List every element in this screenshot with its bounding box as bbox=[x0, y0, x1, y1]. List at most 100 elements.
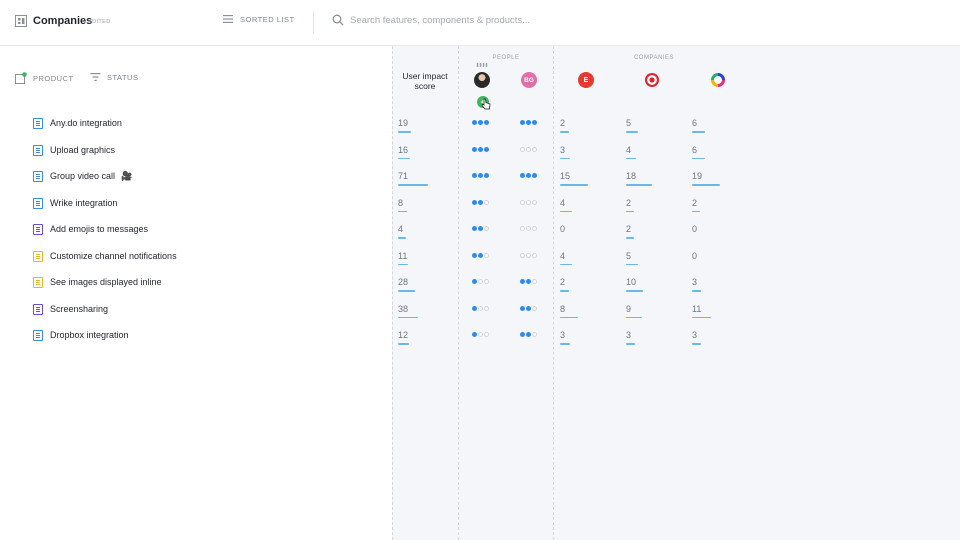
p2-importance-dots[interactable] bbox=[520, 279, 537, 284]
importance-dot bbox=[526, 146, 531, 152]
c1-value[interactable]: 3 bbox=[560, 330, 565, 340]
p1-importance-dots[interactable] bbox=[472, 199, 489, 205]
c1-value[interactable]: 2 bbox=[560, 118, 565, 128]
score-value[interactable]: 4 bbox=[398, 224, 403, 234]
importance-dot bbox=[532, 305, 537, 311]
person-avatar-icon[interactable] bbox=[474, 72, 490, 88]
feature-name[interactable]: Screensharing bbox=[50, 304, 108, 314]
score-value[interactable]: 12 bbox=[398, 330, 408, 340]
p1-importance-dots[interactable] bbox=[472, 332, 489, 337]
feature-name[interactable]: Wrike integration bbox=[50, 198, 117, 208]
score-value[interactable]: 11 bbox=[398, 251, 407, 261]
p2-importance-dots[interactable] bbox=[520, 252, 537, 258]
score-bar bbox=[398, 210, 408, 212]
p2-importance-dots[interactable] bbox=[520, 226, 537, 231]
p1-importance-dots[interactable] bbox=[472, 146, 489, 152]
feature-doc-icon bbox=[33, 197, 43, 209]
importance-dot bbox=[472, 173, 477, 178]
p2-importance-dots[interactable] bbox=[520, 305, 537, 311]
p2-importance-dots[interactable] bbox=[520, 332, 537, 337]
c2-value[interactable]: 2 bbox=[626, 198, 631, 208]
c1-value[interactable]: 15 bbox=[560, 171, 570, 181]
c1-value[interactable]: 4 bbox=[560, 198, 565, 208]
sorted-list-button[interactable]: SORTED LIST bbox=[222, 14, 295, 24]
c2-value[interactable]: 4 bbox=[626, 145, 631, 155]
importance-dot bbox=[520, 332, 525, 337]
p2-importance-dots[interactable] bbox=[520, 199, 537, 205]
score-value[interactable]: 71 bbox=[398, 171, 408, 181]
p1-importance-dots[interactable] bbox=[472, 226, 489, 231]
importance-dot bbox=[532, 332, 537, 337]
product-icon bbox=[15, 72, 27, 84]
score-value[interactable]: 19 bbox=[398, 118, 408, 128]
importance-dot bbox=[532, 146, 537, 152]
c3-value[interactable]: 3 bbox=[692, 330, 697, 340]
score-value[interactable]: 8 bbox=[398, 198, 403, 208]
drag-handle-icon[interactable] bbox=[476, 63, 488, 67]
feature-name[interactable]: Any.do integration bbox=[50, 118, 122, 128]
table-row[interactable]: Dropbox integration 12 3 3 3 bbox=[0, 328, 960, 348]
importance-dot bbox=[472, 146, 477, 152]
c3-value[interactable]: 0 bbox=[692, 251, 697, 261]
p1-importance-dots[interactable] bbox=[472, 120, 489, 125]
c1-value[interactable]: 2 bbox=[560, 277, 565, 287]
c2-value[interactable]: 18 bbox=[626, 171, 636, 181]
c3-value[interactable]: 3 bbox=[692, 277, 697, 287]
feature-name[interactable]: Upload graphics bbox=[50, 145, 115, 155]
table-row[interactable]: Add emojis to messages 4 0 2 0 bbox=[0, 222, 960, 242]
p2-importance-dots[interactable] bbox=[520, 146, 537, 152]
bg-avatar[interactable]: BG bbox=[521, 72, 537, 88]
c3-value[interactable]: 6 bbox=[692, 145, 697, 155]
feature-name[interactable]: Add emojis to messages bbox=[50, 224, 148, 234]
feature-name[interactable]: Customize channel notifications bbox=[50, 251, 177, 261]
status-column-header[interactable]: STATUS bbox=[90, 72, 138, 82]
c1-value[interactable]: 4 bbox=[560, 251, 565, 261]
e-logo-icon[interactable]: E bbox=[578, 72, 594, 88]
c3-value[interactable]: 6 bbox=[692, 118, 697, 128]
p1-importance-dots[interactable] bbox=[472, 252, 489, 258]
importance-dot bbox=[520, 305, 525, 311]
c2-value[interactable]: 2 bbox=[626, 224, 631, 234]
search-bar[interactable] bbox=[332, 14, 630, 26]
feature-name[interactable]: Dropbox integration bbox=[50, 330, 129, 340]
c2-value[interactable]: 3 bbox=[626, 330, 631, 340]
c3-value[interactable]: 0 bbox=[692, 224, 697, 234]
ring-logo-icon[interactable] bbox=[711, 73, 725, 87]
c2-value[interactable]: 5 bbox=[626, 118, 631, 128]
score-value[interactable]: 16 bbox=[398, 145, 408, 155]
c1-value[interactable]: 8 bbox=[560, 304, 565, 314]
table-row[interactable]: Screensharing 38 8 9 11 bbox=[0, 302, 960, 322]
c3-bar bbox=[692, 157, 705, 159]
p2-importance-dots[interactable] bbox=[520, 173, 537, 178]
c3-value[interactable]: 11 bbox=[692, 304, 701, 314]
table-row[interactable]: Group video call 🎥 71 15 18 19 bbox=[0, 169, 960, 189]
search-input[interactable] bbox=[350, 14, 630, 26]
table-row[interactable]: Any.do integration 19 2 5 6 bbox=[0, 116, 960, 136]
c3-value[interactable]: 19 bbox=[692, 171, 702, 181]
product-column-header[interactable]: PRODUCT bbox=[15, 72, 74, 84]
importance-dot bbox=[520, 120, 525, 125]
user-impact-score-header[interactable]: User impact score bbox=[395, 71, 455, 91]
score-value[interactable]: 38 bbox=[398, 304, 408, 314]
c1-value[interactable]: 0 bbox=[560, 224, 565, 234]
c2-value[interactable]: 9 bbox=[626, 304, 631, 314]
table-row[interactable]: Wrike integration 8 4 2 2 bbox=[0, 196, 960, 216]
table-row[interactable]: Customize channel notifications 11 4 5 0 bbox=[0, 249, 960, 269]
target-logo-icon[interactable] bbox=[645, 73, 659, 87]
table-row[interactable]: Upload graphics 16 3 4 6 bbox=[0, 143, 960, 163]
table-row[interactable]: See images displayed inline 28 2 10 3 bbox=[0, 275, 960, 295]
importance-dot bbox=[478, 120, 483, 125]
p1-importance-dots[interactable] bbox=[472, 279, 489, 284]
feature-name[interactable]: Group video call 🎥 bbox=[50, 171, 132, 182]
p1-importance-dots[interactable] bbox=[472, 305, 489, 311]
c3-value[interactable]: 2 bbox=[692, 198, 697, 208]
score-value[interactable]: 28 bbox=[398, 277, 408, 287]
importance-dot bbox=[472, 332, 477, 337]
feature-name[interactable]: See images displayed inline bbox=[50, 277, 162, 287]
p2-importance-dots[interactable] bbox=[520, 120, 537, 125]
c1-value[interactable]: 3 bbox=[560, 145, 565, 155]
p1-importance-dots[interactable] bbox=[472, 173, 489, 178]
importance-dot bbox=[484, 226, 489, 231]
c2-value[interactable]: 5 bbox=[626, 251, 631, 261]
c2-value[interactable]: 10 bbox=[626, 277, 636, 287]
